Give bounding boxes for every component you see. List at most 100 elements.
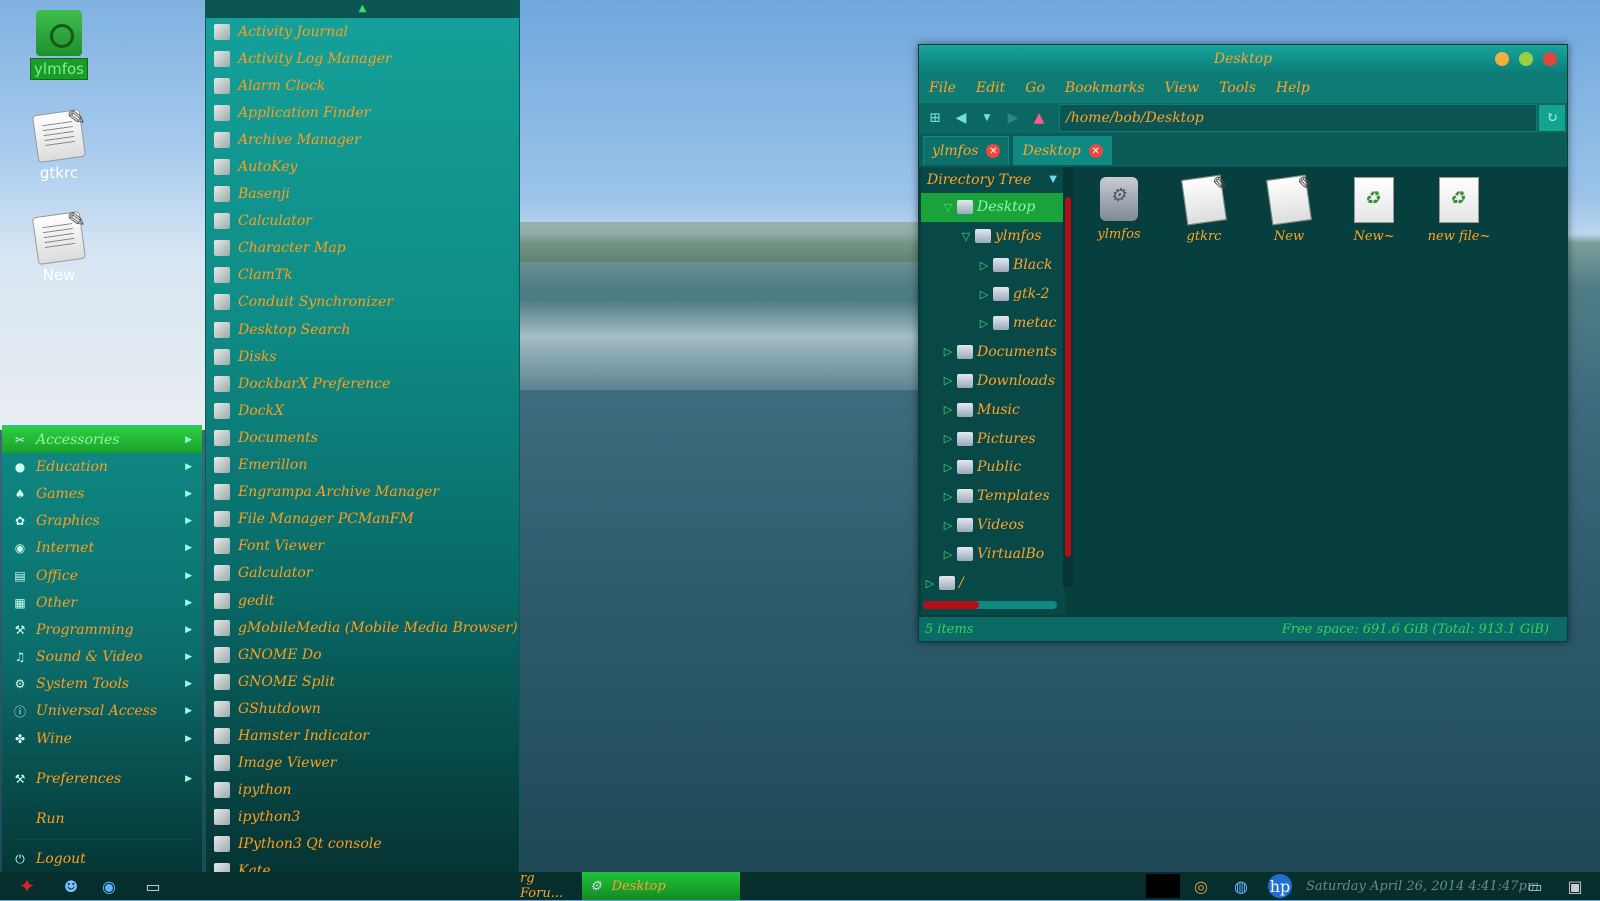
menu-item-system-tools[interactable]: ⚙ System Tools ▶ bbox=[2, 671, 202, 698]
clock-applet-icon[interactable]: ◎ bbox=[1188, 874, 1214, 898]
window-titlebar[interactable]: Desktop bbox=[919, 45, 1567, 73]
submenu-item[interactable]: GNOME Do bbox=[206, 641, 519, 668]
path-input[interactable]: /home/bob/Desktop bbox=[1059, 104, 1537, 132]
submenu-item[interactable]: DockbarX Preference bbox=[206, 370, 519, 397]
close-tab-icon[interactable]: ✕ bbox=[1088, 144, 1103, 158]
submenu-item[interactable]: Desktop Search bbox=[206, 316, 519, 343]
network-icon[interactable]: ◍ bbox=[1228, 874, 1254, 898]
menu-item-run[interactable]: Run bbox=[2, 805, 202, 832]
scroll-up-arrow-icon[interactable]: ▲ bbox=[206, 0, 519, 18]
menu-item-other[interactable]: ▦ Other ▶ bbox=[2, 589, 202, 616]
submenu-item[interactable]: Calculator bbox=[206, 208, 519, 235]
expand-closed-icon[interactable]: ▷ bbox=[975, 259, 993, 272]
submenu-item[interactable]: Activity Journal bbox=[206, 18, 519, 45]
expand-closed-icon[interactable]: ▷ bbox=[939, 345, 957, 358]
tree-node[interactable]: ▷ Documents bbox=[921, 337, 1065, 366]
maximize-icon[interactable] bbox=[1519, 52, 1533, 66]
expand-closed-icon[interactable]: ▷ bbox=[939, 374, 957, 387]
expand-closed-icon[interactable]: ▷ bbox=[975, 317, 993, 330]
submenu-item[interactable]: Archive Manager bbox=[206, 126, 519, 153]
desktop-icon-new[interactable]: New bbox=[14, 210, 104, 284]
submenu-item[interactable]: Emerillon bbox=[206, 452, 519, 479]
menu-item-graphics[interactable]: ✿ Graphics ▶ bbox=[2, 508, 202, 535]
scrollbar-thumb[interactable] bbox=[923, 601, 979, 609]
menu-edit[interactable]: Edit bbox=[976, 80, 1005, 96]
submenu-item[interactable]: Conduit Synchronizer bbox=[206, 289, 519, 316]
submenu-item[interactable]: GShutdown bbox=[206, 695, 519, 722]
menu-help[interactable]: Help bbox=[1276, 80, 1310, 96]
history-dropdown-icon[interactable]: ▼ bbox=[977, 108, 997, 128]
submenu-item[interactable]: Hamster Indicator bbox=[206, 722, 519, 749]
tree-node[interactable]: ▷ VirtualBo bbox=[921, 540, 1065, 569]
forward-arrow-icon[interactable]: ▶ bbox=[1003, 108, 1023, 128]
expand-open-icon[interactable]: ▽ bbox=[957, 230, 975, 243]
expand-closed-icon[interactable]: ▷ bbox=[939, 519, 957, 532]
submenu-item[interactable]: File Manager PCManFM bbox=[206, 506, 519, 533]
tree-node[interactable]: ▷ metac bbox=[921, 309, 1065, 338]
tree-node[interactable]: ▷ gtk-2 bbox=[921, 280, 1065, 309]
tree-node[interactable]: ▷ Downloads bbox=[921, 366, 1065, 395]
menu-item-logout[interactable]: ⏻ Logout bbox=[2, 846, 202, 873]
submenu-item[interactable]: ipython bbox=[206, 777, 519, 804]
submenu-item[interactable]: DockX bbox=[206, 397, 519, 424]
up-arrow-icon[interactable]: ▲ bbox=[1029, 108, 1049, 128]
submenu-item[interactable]: Engrampa Archive Manager bbox=[206, 479, 519, 506]
menu-bookmarks[interactable]: Bookmarks bbox=[1065, 80, 1145, 96]
battery-icon[interactable]: ▭ bbox=[1522, 874, 1548, 898]
tree-node[interactable]: ▽ ylmfos bbox=[921, 222, 1065, 251]
tree-node[interactable]: ▽ Desktop bbox=[921, 193, 1065, 222]
expand-closed-icon[interactable]: ▷ bbox=[939, 548, 957, 561]
menu-item-programming[interactable]: ⚒ Programming ▶ bbox=[2, 616, 202, 643]
submenu-item[interactable]: Application Finder bbox=[206, 99, 519, 126]
task-forum[interactable]: rg Foru... bbox=[520, 871, 580, 901]
menu-item-internet[interactable]: ◉ Internet ▶ bbox=[2, 535, 202, 562]
tree-node[interactable]: ▷ Pictures bbox=[921, 424, 1065, 453]
tab-desktop[interactable]: Desktop ✕ bbox=[1013, 136, 1112, 165]
expand-closed-icon[interactable]: ▷ bbox=[939, 490, 957, 503]
submenu-item[interactable]: Galculator bbox=[206, 560, 519, 587]
file-item[interactable]: New~ bbox=[1334, 177, 1414, 244]
task-desktop[interactable]: ⚙ Desktop bbox=[582, 872, 740, 900]
directory-tree-header[interactable]: Directory Tree ▼ bbox=[921, 167, 1065, 193]
new-tab-icon[interactable]: ⊞ bbox=[925, 108, 945, 128]
submenu-item[interactable]: Basenji bbox=[206, 181, 519, 208]
tab-ylmfos[interactable]: ylmfos ✕ bbox=[923, 136, 1010, 165]
submenu-item[interactable]: AutoKey bbox=[206, 153, 519, 180]
submenu-item[interactable]: Documents bbox=[206, 424, 519, 451]
submenu-item[interactable]: IPython3 Qt console bbox=[206, 831, 519, 858]
submenu-item[interactable]: ClamTk bbox=[206, 262, 519, 289]
submenu-item[interactable]: Font Viewer bbox=[206, 533, 519, 560]
submenu-item[interactable]: gedit bbox=[206, 587, 519, 614]
menu-tools[interactable]: Tools bbox=[1219, 80, 1256, 96]
submenu-item[interactable]: GNOME Split bbox=[206, 668, 519, 695]
tree-node[interactable]: ▷ Videos bbox=[921, 511, 1065, 540]
menu-go[interactable]: Go bbox=[1025, 80, 1045, 96]
expand-closed-icon[interactable]: ▷ bbox=[939, 432, 957, 445]
expand-closed-icon[interactable]: ▷ bbox=[975, 288, 993, 301]
file-item[interactable]: New bbox=[1249, 174, 1329, 244]
main-menu-icon[interactable]: ✦ bbox=[14, 874, 40, 898]
tree-node[interactable]: ▷ Public bbox=[921, 453, 1065, 482]
tree-node[interactable]: ▷ Black bbox=[921, 251, 1065, 280]
expand-open-icon[interactable]: ▽ bbox=[939, 201, 957, 214]
window-list-icon[interactable]: ▭ bbox=[140, 874, 166, 898]
browser-icon[interactable]: ◉ bbox=[96, 874, 122, 898]
mask-icon[interactable]: ☻ bbox=[58, 874, 84, 898]
submenu-item[interactable]: Alarm Clock bbox=[206, 72, 519, 99]
submenu-item[interactable]: ipython3 bbox=[206, 804, 519, 831]
menu-file[interactable]: File bbox=[929, 80, 956, 96]
vertical-scrollbar[interactable] bbox=[1063, 167, 1073, 587]
close-icon[interactable] bbox=[1543, 52, 1557, 66]
expand-closed-icon[interactable]: ▷ bbox=[939, 461, 957, 474]
back-arrow-icon[interactable]: ◀ bbox=[951, 108, 971, 128]
scrollbar-thumb[interactable] bbox=[1065, 197, 1071, 557]
tree-node[interactable]: ▷ / bbox=[921, 569, 1065, 598]
submenu-item[interactable]: Character Map bbox=[206, 235, 519, 262]
terminal-icon[interactable]: ▣ bbox=[1562, 874, 1588, 898]
menu-item-office[interactable]: ▤ Office ▶ bbox=[2, 562, 202, 589]
submenu-item[interactable]: gMobileMedia (Mobile Media Browser) bbox=[206, 614, 519, 641]
menu-item-preferences[interactable]: ⚒ Preferences ▶ bbox=[2, 765, 202, 792]
close-tab-icon[interactable]: ✕ bbox=[986, 144, 1001, 158]
desktop-icon-gtkrc[interactable]: gtkrc bbox=[14, 108, 104, 182]
submenu-item[interactable]: Image Viewer bbox=[206, 750, 519, 777]
